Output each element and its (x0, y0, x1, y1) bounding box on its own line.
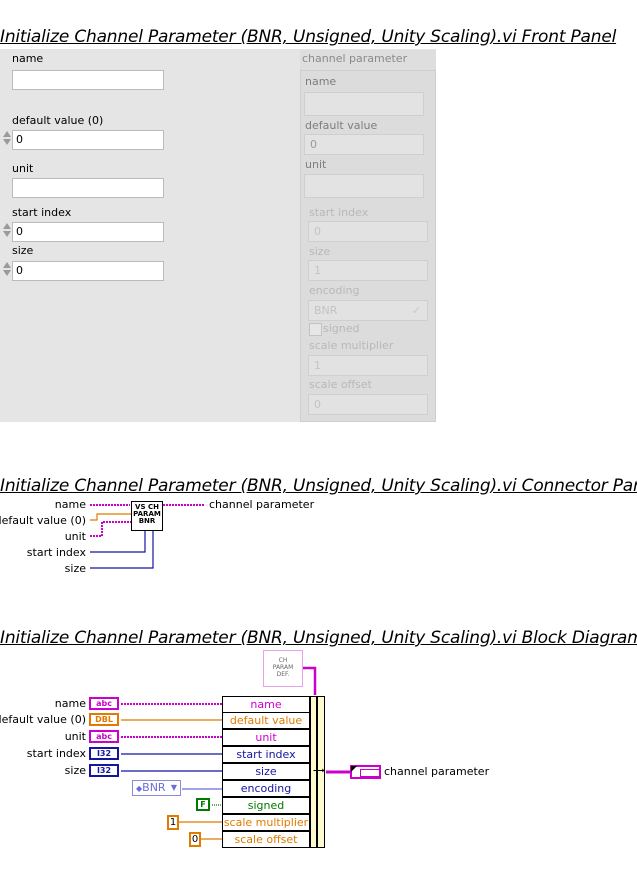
cluster-name-field (304, 92, 424, 116)
bd-multiplier-constant[interactable]: 1 (167, 815, 179, 830)
bundle-field-name[interactable]: name (222, 696, 310, 713)
cluster-size-label: size (309, 245, 331, 258)
channel-parameter-cluster[interactable]: channel parameter name default value 0 u… (300, 50, 436, 422)
bd-signed-bool-constant[interactable]: F (196, 798, 210, 811)
cp-start-index-wire (90, 530, 146, 553)
bundle-field-size[interactable]: size (222, 763, 310, 780)
start-index-label: start index (12, 206, 72, 219)
start-index-increment-icon[interactable] (1, 222, 12, 242)
cluster-start-index-field: 0 (308, 221, 428, 242)
cluster-encoding-value: BNR (314, 304, 338, 317)
bundle-field-start-index[interactable]: start index (222, 746, 310, 763)
unit-string-control[interactable] (12, 178, 164, 198)
bundle-field-signed[interactable]: signed (222, 797, 310, 814)
enum-constant-value: BNR (142, 781, 166, 794)
cluster-unit-field (304, 174, 424, 198)
cluster-encoding-ring: BNR ✓ (308, 300, 428, 321)
bundle-field-scale-offset[interactable]: scale offset (222, 831, 310, 848)
bundle-field-scale-multiplier[interactable]: scale multiplier (222, 814, 310, 831)
channel-parameter-cluster-label: channel parameter (300, 50, 436, 70)
cluster-icon (360, 769, 380, 777)
bundle-field-default-value[interactable]: default value (222, 712, 310, 729)
size-increment-icon[interactable] (1, 261, 12, 281)
bd-channel-parameter-label: channel parameter (384, 765, 490, 778)
checkmark-icon: ✓ (411, 304, 421, 317)
bd-offset-constant[interactable]: 0 (189, 832, 201, 847)
cluster-signed-label: signed (323, 322, 360, 335)
vi-icon[interactable]: VS CH PARAM BNR (131, 501, 163, 531)
cluster-start-index-label: start index (309, 206, 369, 219)
cluster-scale-multiplier-field: 1 (308, 355, 428, 376)
type-def-constant[interactable]: CH PARAM DEF. (263, 650, 303, 687)
bundle-field-unit[interactable]: unit (222, 729, 310, 746)
start-index-numeric-control[interactable]: 0 (12, 222, 164, 242)
cluster-scale-offset-label: scale offset (309, 378, 372, 391)
vi-icon-text-3: BNR (138, 517, 156, 525)
typedef-text-3: DEF. (276, 671, 290, 678)
default-value-increment-icon[interactable] (1, 130, 12, 150)
typedef-corner-icon (351, 766, 357, 772)
cluster-unit-label: unit (305, 158, 327, 171)
front-panel-title: Initialize Channel Parameter (BNR, Unsig… (0, 27, 617, 47)
cluster-scale-offset-field: 0 (308, 394, 428, 415)
bd-typedef-wire (303, 666, 317, 695)
cluster-scale-multiplier-label: scale multiplier (309, 339, 394, 352)
bd-encoding-enum-constant[interactable]: ◆BNR ▼ (132, 780, 181, 796)
unit-label: unit (12, 162, 34, 175)
default-value-numeric-control[interactable]: 0 (12, 130, 164, 150)
bd-channel-parameter-indicator[interactable] (350, 765, 381, 779)
cp-unit-wire (90, 521, 131, 537)
cp-default-wire (90, 513, 131, 521)
default-value-label: default value (0) (12, 114, 104, 127)
name-label: name (12, 52, 44, 65)
typedef-text-2: PARAM (272, 664, 294, 671)
name-string-control[interactable] (12, 70, 164, 90)
chevron-down-icon: ▼ (170, 783, 177, 792)
cluster-signed-checkbox (309, 323, 322, 336)
size-label: size (12, 244, 34, 257)
cluster-name-label: name (305, 75, 337, 88)
typedef-text-1: CH (278, 657, 288, 664)
bundle-field-encoding[interactable]: encoding (222, 780, 310, 797)
cluster-default-value-field: 0 (304, 134, 424, 155)
cluster-size-field: 1 (308, 260, 428, 281)
cluster-default-value-label: default value (305, 119, 378, 132)
cluster-encoding-label: encoding (309, 284, 360, 297)
bundle-arrow-icon: ⟶ (313, 766, 325, 775)
connector-pane-wires (90, 504, 205, 569)
size-numeric-control[interactable]: 0 (12, 261, 164, 281)
